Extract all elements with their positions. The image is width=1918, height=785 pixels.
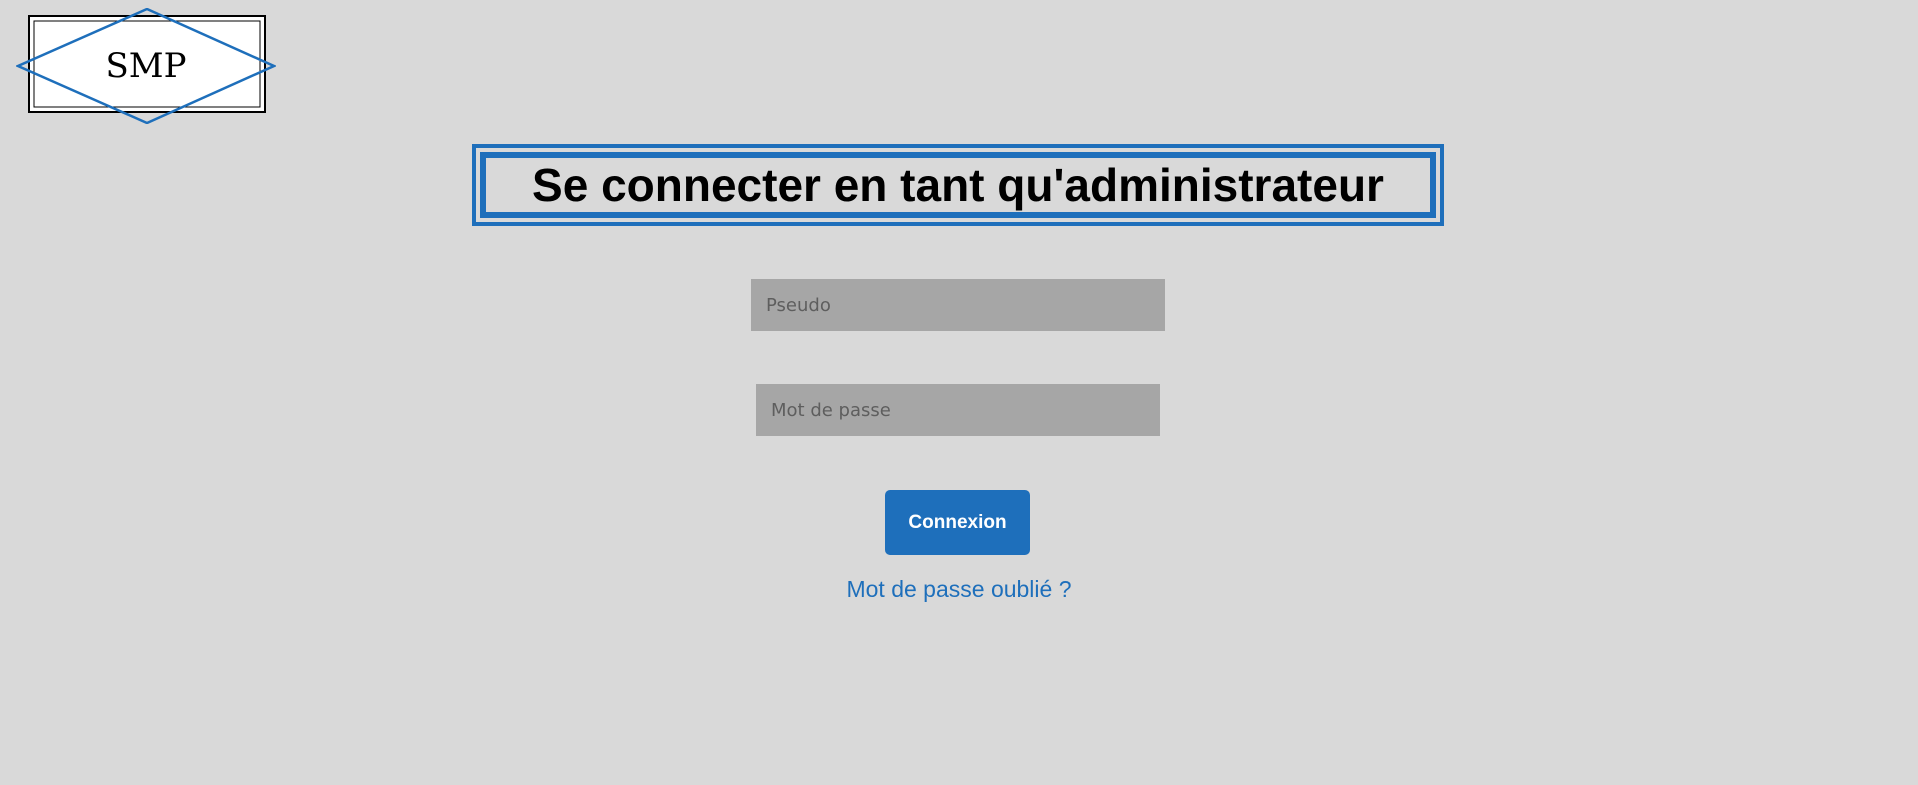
logo-emblem: SMP [16, 8, 276, 124]
connexion-button[interactable]: Connexion [885, 490, 1030, 555]
page-title: Se connecter en tant qu'administrateur [532, 159, 1384, 211]
page-title-frame: Se connecter en tant qu'administrateur [472, 144, 1444, 226]
password-input[interactable] [756, 384, 1160, 436]
forgot-password-link[interactable]: Mot de passe oublié ? [0, 576, 1918, 603]
pseudo-input[interactable] [751, 279, 1165, 331]
smp-logo: SMP [16, 8, 276, 124]
logo-text: SMP [106, 46, 187, 86]
page-title-inner-frame: Se connecter en tant qu'administrateur [480, 152, 1436, 218]
